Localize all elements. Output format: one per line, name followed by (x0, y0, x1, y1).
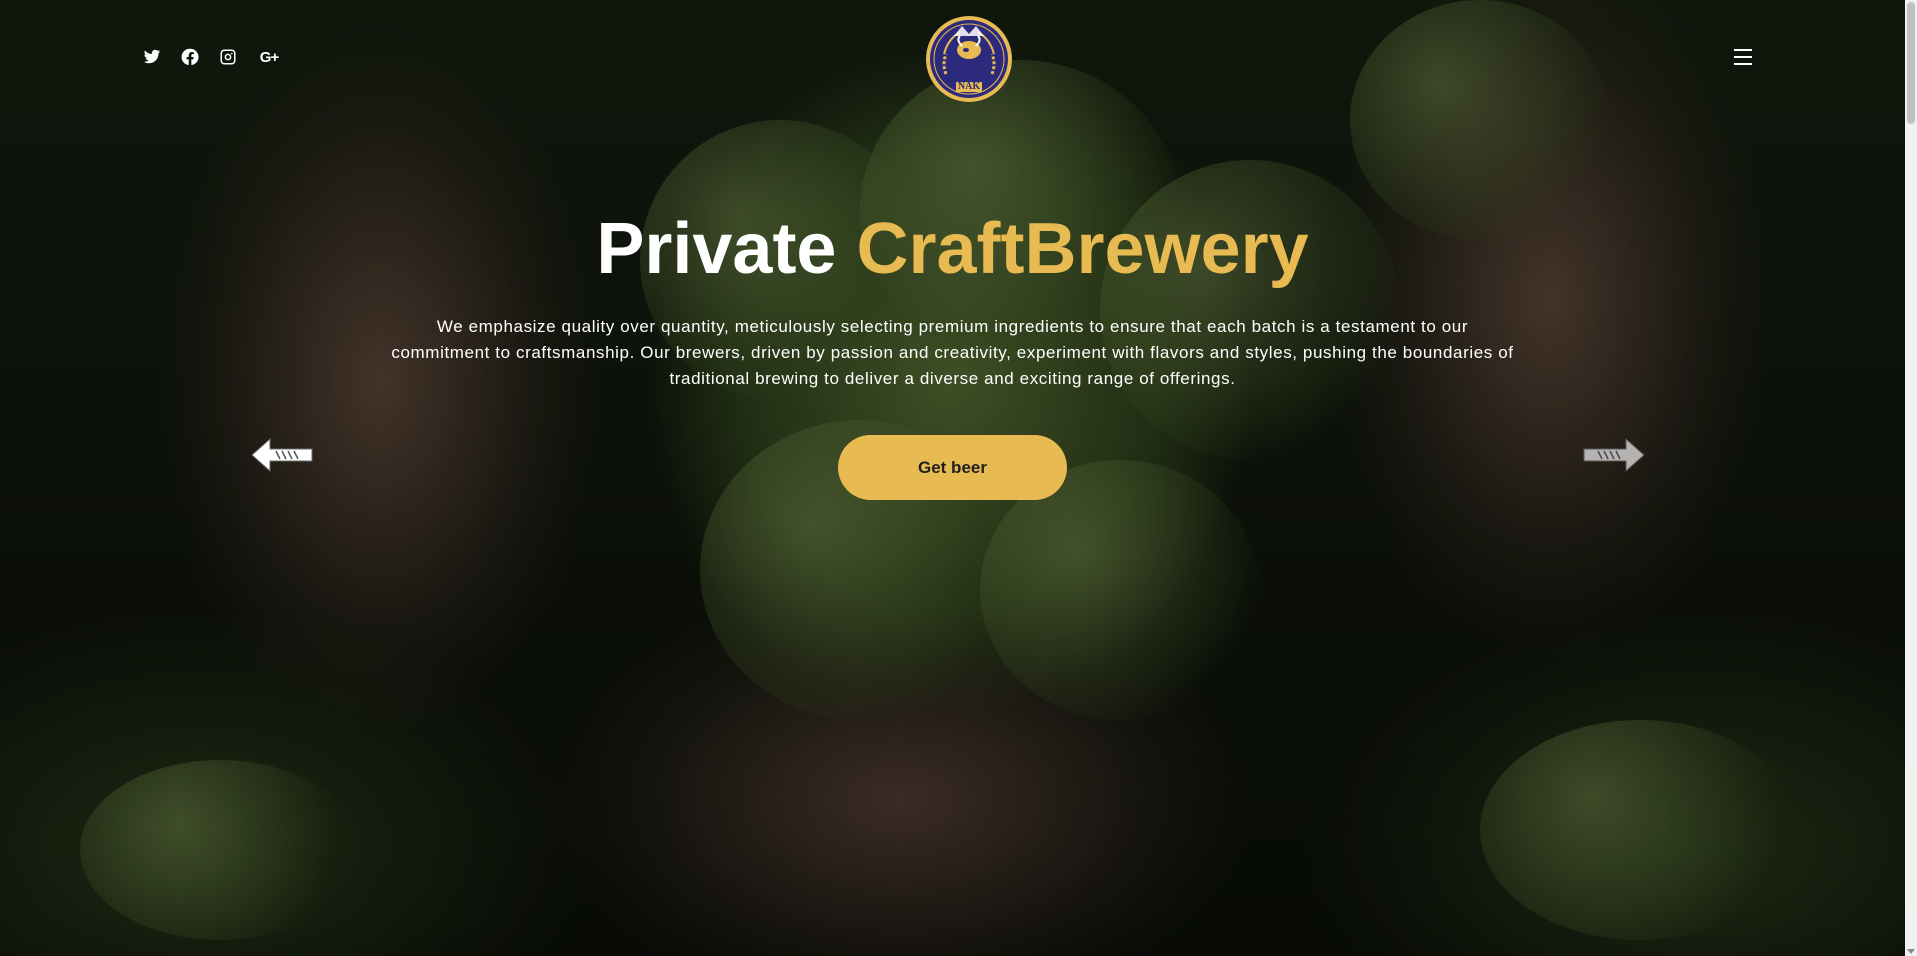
brand-logo[interactable]: YAK N' NAK (924, 14, 1014, 108)
hero-title: Private CraftBrewery (0, 207, 1905, 291)
site-header: G+ YAK N' NAK (0, 0, 1905, 120)
page: G+ YAK N' NAK Private CraftBrewery We em… (0, 0, 1917, 956)
facebook-icon[interactable] (181, 48, 199, 66)
hero-title-white: Private (596, 209, 837, 289)
scroll-down-arrow-icon[interactable] (1907, 949, 1915, 954)
logo-text-line: NAK (955, 81, 983, 92)
hero-description: We emphasize quality over quantity, meti… (391, 317, 1514, 388)
vertical-scrollbar[interactable] (1905, 0, 1917, 956)
hamburger-menu-icon[interactable] (1734, 48, 1752, 66)
get-beer-button[interactable]: Get beer (838, 435, 1067, 500)
arrow-left-icon[interactable] (250, 435, 314, 475)
instagram-icon[interactable] (219, 48, 237, 66)
twitter-icon[interactable] (143, 48, 161, 66)
hero-title-accent: CraftBrewery (856, 209, 1309, 289)
scrollbar-thumb[interactable] (1907, 2, 1915, 124)
arrow-right-icon[interactable] (1582, 435, 1646, 475)
social-links: G+ (143, 48, 281, 66)
google-plus-icon[interactable]: G+ (257, 48, 281, 66)
